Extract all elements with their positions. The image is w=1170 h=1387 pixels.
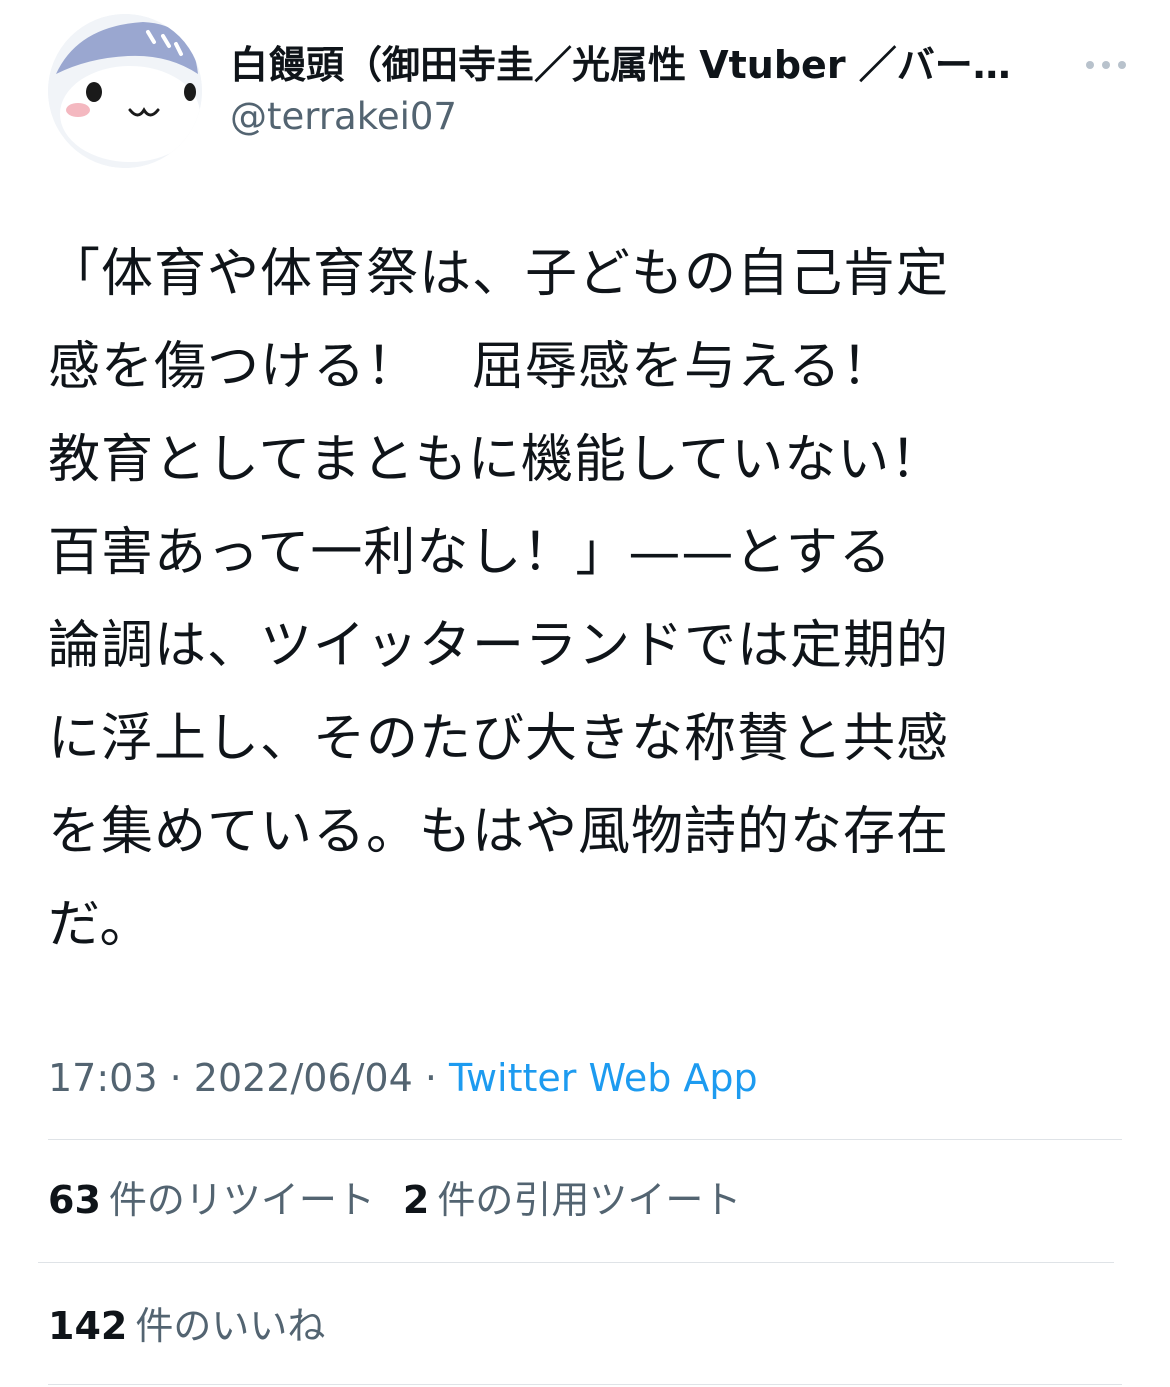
- tweet-header: 白饅頭（御田寺圭／光属性 Vtuber ／バー… @terrakei07: [48, 14, 1128, 174]
- mascot-avatar-icon[interactable]: [48, 14, 202, 168]
- meta-separator: ·: [157, 1056, 194, 1100]
- quotes-label: 件の引用ツイート: [437, 1178, 742, 1222]
- divider: [48, 1384, 1122, 1385]
- likes-stat[interactable]: 142 件のいいね: [48, 1298, 325, 1354]
- author-handle[interactable]: @terrakei07: [230, 92, 1070, 142]
- author-names: 白饅頭（御田寺圭／光属性 Vtuber ／バー… @terrakei07: [230, 40, 1070, 142]
- divider: [38, 1262, 1114, 1263]
- meta-separator: ·: [412, 1056, 450, 1100]
- tweet-time[interactable]: 17:03: [48, 1056, 158, 1100]
- retweets-count: 63: [48, 1178, 101, 1222]
- tweet-meta: 17:03 · 2022/06/04 · Twitter Web App: [48, 1050, 758, 1106]
- retweets-label: 件のリツイート: [108, 1178, 375, 1222]
- quotes-count: 2: [402, 1178, 430, 1222]
- retweet-stats-row: 63 件のリツイート 2 件の引用ツイート: [48, 1172, 769, 1228]
- tweet-date[interactable]: 2022/06/04: [194, 1056, 413, 1100]
- author-display-name[interactable]: 白饅頭（御田寺圭／光属性 Vtuber ／バー…: [230, 40, 1070, 90]
- likes-stats-row: 142 件のいいね: [48, 1298, 353, 1354]
- likes-label: 件のいいね: [135, 1304, 326, 1348]
- tweet-text: 「体育や体育祭は、子どもの自己肯定 感を傷つける！ 屈辱感を与える！ 教育として…: [48, 244, 950, 955]
- tweet-source-link[interactable]: Twitter Web App: [449, 1056, 758, 1100]
- quotes-stat[interactable]: 2 件の引用ツイート: [403, 1172, 741, 1228]
- divider: [48, 1139, 1122, 1140]
- retweets-stat[interactable]: 63 件のリツイート: [48, 1172, 375, 1228]
- likes-count: 142: [48, 1304, 128, 1348]
- more-options-icon[interactable]: [1076, 50, 1136, 80]
